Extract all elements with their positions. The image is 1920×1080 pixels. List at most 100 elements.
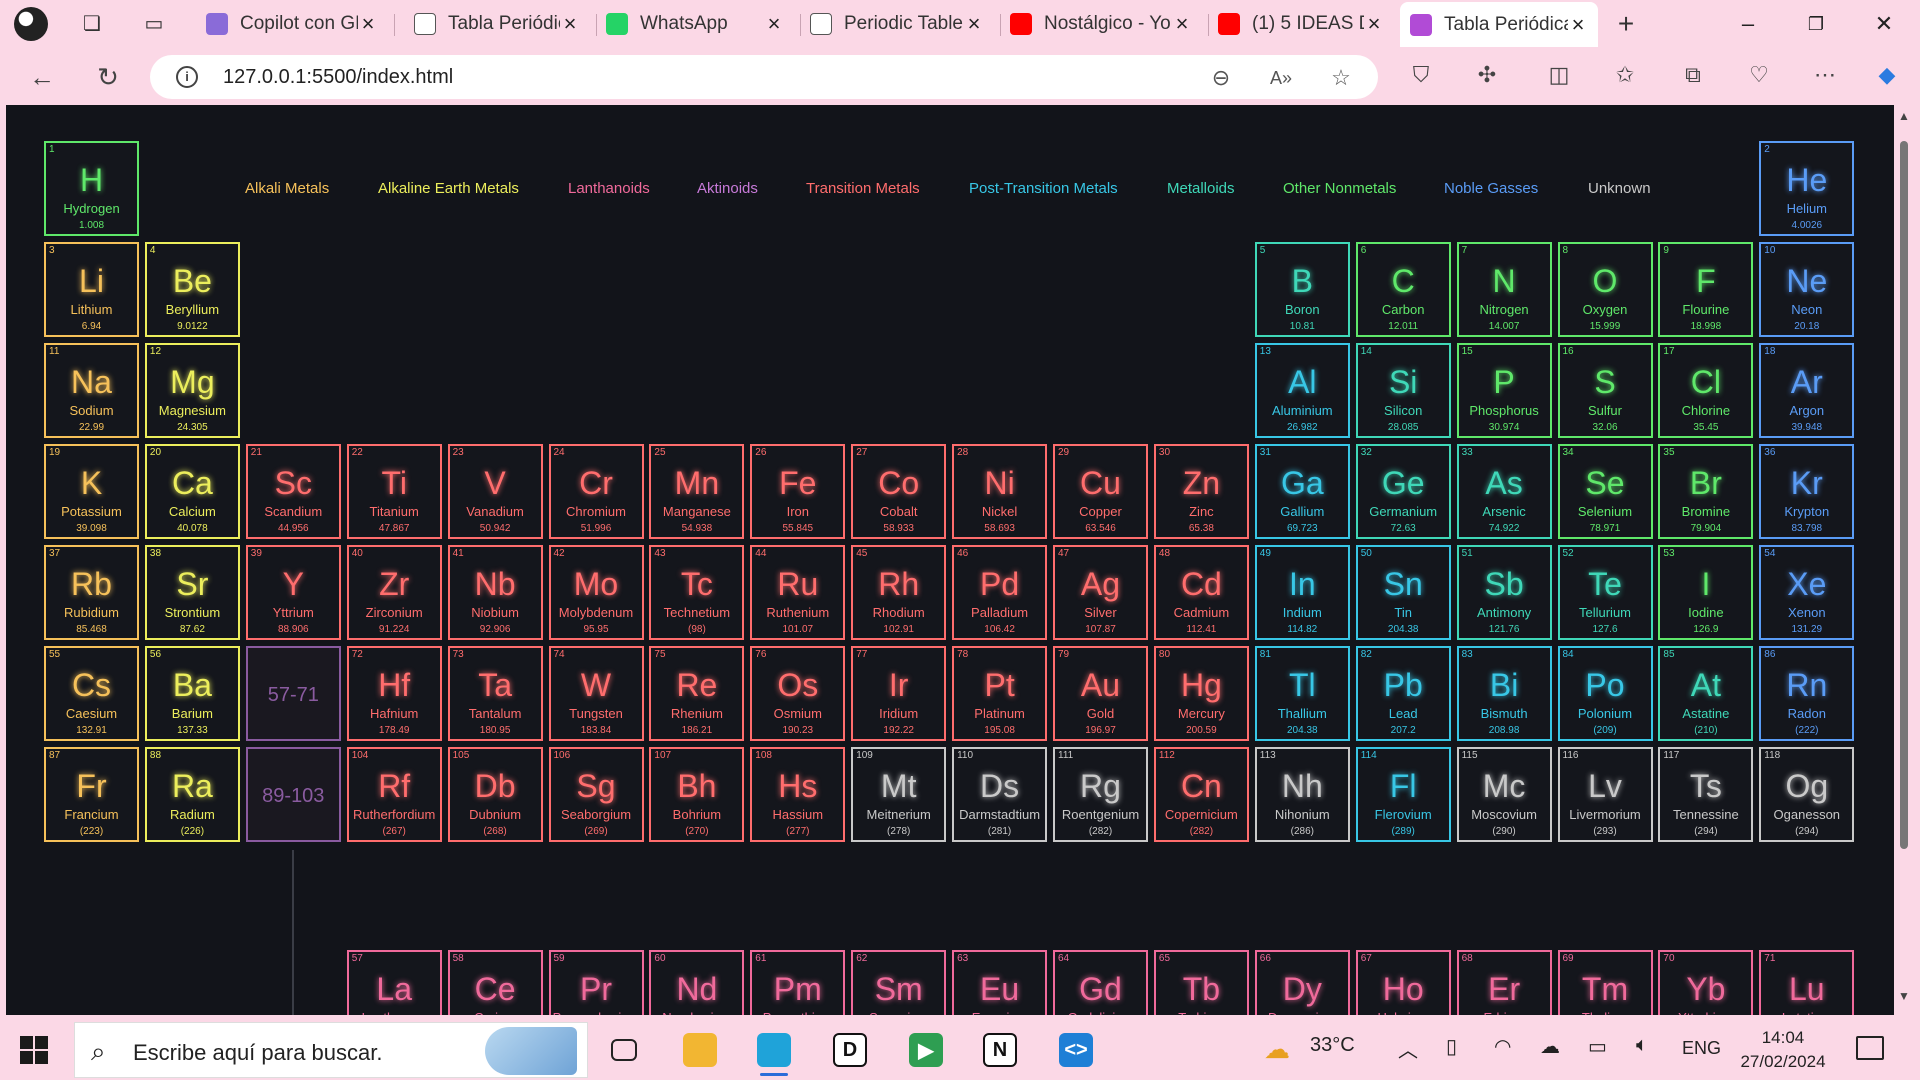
element-cell[interactable]: 116 Lv Livermorium (293) (1557, 747, 1653, 842)
scroll-down-icon[interactable]: ▼ (1898, 989, 1910, 1003)
element-cell[interactable]: 56 Ba Barium 137.33 (144, 646, 240, 741)
element-cell[interactable]: 10 Ne Neon 20.18 (1759, 242, 1855, 337)
element-cell[interactable]: 27 Co Cobalt 58.933 (851, 444, 947, 539)
element-cell[interactable]: 42 Mo Molybdenum 95.95 (548, 545, 644, 640)
windows-start-icon[interactable] (20, 1036, 48, 1064)
favorites-icon[interactable]: ✩ (1610, 60, 1640, 90)
element-cell[interactable]: 57 La Lanthanum (346, 950, 442, 1015)
element-cell[interactable]: 7 N Nitrogen 14.007 (1456, 242, 1552, 337)
split-screen-icon[interactable]: ◫ (1544, 60, 1574, 90)
element-cell[interactable]: 25 Mn Manganese 54.938 (649, 444, 745, 539)
legend-item[interactable]: Other Nonmetals (1283, 180, 1396, 197)
element-cell[interactable]: 74 W Tungsten 183.84 (548, 646, 644, 741)
element-cell[interactable]: 9 F Flourine 18.998 (1658, 242, 1754, 337)
element-cell[interactable]: 88 Ra Radium (226) (144, 747, 240, 842)
element-cell[interactable]: 21 Sc Scandium 44.956 (245, 444, 341, 539)
element-cell[interactable]: 54 Xe Xenon 131.29 (1759, 545, 1855, 640)
element-cell[interactable]: 114 Fl Flerovium (289) (1355, 747, 1451, 842)
element-cell[interactable]: 117 Ts Tennessine (294) (1658, 747, 1754, 842)
legend-item[interactable]: Alkali Metals (245, 180, 329, 197)
element-cell[interactable]: 47 Ag Silver 107.87 (1053, 545, 1148, 640)
element-cell[interactable]: 82 Pb Lead 207.2 (1355, 646, 1451, 741)
language-indicator[interactable]: ENG (1682, 1038, 1721, 1059)
shield-icon[interactable]: ⛉ (1406, 60, 1436, 90)
scrollbar-thumb[interactable] (1900, 141, 1908, 849)
url-text[interactable]: 127.0.0.1:5500/index.html (223, 66, 453, 89)
element-cell[interactable]: 65 Tb Terbium (1153, 950, 1249, 1015)
element-cell[interactable]: 50 Sn Tin 204.38 (1355, 545, 1451, 640)
taskbar-app-button[interactable]: <> (1044, 1022, 1108, 1078)
element-cell[interactable]: 41 Nb Niobium 92.906 (447, 545, 543, 640)
element-cell[interactable]: 67 Ho Holmium (1355, 950, 1451, 1015)
element-cell[interactable]: 52 Te Tellurium 127.6 (1557, 545, 1653, 640)
site-info-icon[interactable]: i (176, 66, 198, 88)
element-cell[interactable]: 4 Be Beryllium 9.0122 (144, 242, 240, 337)
element-cell[interactable]: 53 I Iodine 126.9 (1658, 545, 1754, 640)
element-cell[interactable]: 45 Rh Rhodium 102.91 (851, 545, 947, 640)
element-cell[interactable]: 49 In Indium 114.82 (1254, 545, 1350, 640)
element-cell[interactable]: 8 O Oxygen 15.999 (1557, 242, 1653, 337)
read-aloud-icon[interactable]: A» (1268, 65, 1294, 91)
element-cell[interactable]: 83 Bi Bismuth 208.98 (1456, 646, 1552, 741)
taskbar-app-button[interactable]: N (968, 1022, 1032, 1078)
element-cell[interactable]: 37 Rb Rubidium 85.468 (44, 545, 139, 640)
legend-item[interactable]: Metalloids (1167, 180, 1235, 197)
system-clock[interactable]: 14:04 27/02/2024 (1738, 1026, 1828, 1074)
element-cell[interactable]: 38 Sr Strontium 87.62 (144, 545, 240, 640)
element-cell[interactable]: 85 At Astatine (210) (1658, 646, 1754, 741)
page-scrollbar[interactable]: ▲ ▼ (1894, 105, 1914, 1015)
element-cell[interactable]: 111 Rg Roentgenium (282) (1053, 747, 1148, 842)
element-cell[interactable]: 20 Ca Calcium 40.078 (144, 444, 240, 539)
element-cell[interactable]: 75 Re Rhenium 186.21 (649, 646, 745, 741)
element-cell[interactable]: 63 Eu Europium (952, 950, 1048, 1015)
copilot-icon[interactable]: ◆ (1872, 60, 1902, 90)
restore-icon[interactable]: ❐ (1786, 6, 1846, 42)
element-cell[interactable]: 43 Tc Technetium (98) (649, 545, 745, 640)
element-cell[interactable]: 48 Cd Cadmium 112.41 (1153, 545, 1249, 640)
element-cell[interactable]: 68 Er Erbium (1456, 950, 1552, 1015)
collections-icon[interactable]: ⧉ (1678, 60, 1708, 90)
element-cell[interactable]: 29 Cu Copper 63.546 (1053, 444, 1148, 539)
taskbar-app-button[interactable] (742, 1022, 806, 1078)
browser-tab[interactable]: Copilot con GPT-4× (196, 4, 388, 44)
element-cell[interactable]: 61 Pm Promethium (750, 950, 846, 1015)
element-cell[interactable]: 76 Os Osmium 190.23 (750, 646, 846, 741)
element-cell[interactable]: 17 Cl Chlorine 35.45 (1658, 343, 1754, 438)
element-cell[interactable]: 72 Hf Hafnium 178.49 (346, 646, 442, 741)
new-tab-button[interactable]: + (1612, 10, 1640, 38)
element-cell[interactable]: 87 Fr Francium (223) (44, 747, 139, 842)
address-bar[interactable]: i 127.0.0.1:5500/index.html ⊖ A» ☆ (150, 55, 1378, 99)
element-cell[interactable]: 66 Dy Dysprosium (1254, 950, 1350, 1015)
element-cell[interactable]: 31 Ga Gallium 69.723 (1254, 444, 1350, 539)
browser-tab[interactable]: Tabla Periódica× (1400, 2, 1598, 47)
element-cell[interactable]: 26 Fe Iron 55.845 (750, 444, 846, 539)
element-cell[interactable]: 77 Ir Iridium 192.22 (851, 646, 947, 741)
element-cell[interactable]: 28 Ni Nickel 58.693 (952, 444, 1048, 539)
taskbar-app-button[interactable] (592, 1022, 656, 1078)
element-cell[interactable]: 60 Nd Neodymium (649, 950, 745, 1015)
element-cell[interactable]: 118 Og Oganesson (294) (1759, 747, 1855, 842)
element-cell[interactable]: 35 Br Bromine 79.904 (1658, 444, 1754, 539)
device-icon[interactable]: ▯ (1446, 1034, 1457, 1059)
element-cell[interactable]: 34 Se Selenium 78.971 (1557, 444, 1653, 539)
element-cell[interactable]: 106 Sg Seaborgium (269) (548, 747, 644, 842)
legend-item[interactable]: Unknown (1588, 180, 1651, 197)
element-cell[interactable]: 32 Ge Germanium 72.63 (1355, 444, 1451, 539)
legend-item[interactable]: Alkaline Earth Metals (378, 180, 519, 197)
element-cell[interactable]: 109 Mt Meitnerium (278) (851, 747, 947, 842)
weather-temp[interactable]: 33°C (1310, 1034, 1355, 1057)
element-cell[interactable]: 86 Rn Radon (222) (1759, 646, 1855, 741)
element-cell[interactable]: 62 Sm Samarium (851, 950, 947, 1015)
browser-tab[interactable]: Nostálgico - YouTube× (1000, 4, 1202, 44)
element-cell[interactable]: 104 Rf Rutherfordium (267) (346, 747, 442, 842)
element-cell[interactable]: 55 Cs Caesium 132.91 (44, 646, 139, 741)
element-cell[interactable]: 64 Gd Gadolinium (1053, 950, 1148, 1015)
favorite-star-icon[interactable]: ☆ (1328, 65, 1354, 91)
element-cell[interactable]: 30 Zn Zinc 65.38 (1153, 444, 1249, 539)
element-cell[interactable]: 58 Ce Cerium (447, 950, 543, 1015)
element-cell[interactable]: 36 Kr Krypton 83.798 (1759, 444, 1855, 539)
element-cell[interactable]: 105 Db Dubnium (268) (447, 747, 543, 842)
legend-item[interactable]: Transition Metals (806, 180, 920, 197)
legend-item[interactable]: Noble Gasses (1444, 180, 1538, 197)
battery-icon[interactable]: ▭ (1588, 1034, 1607, 1059)
